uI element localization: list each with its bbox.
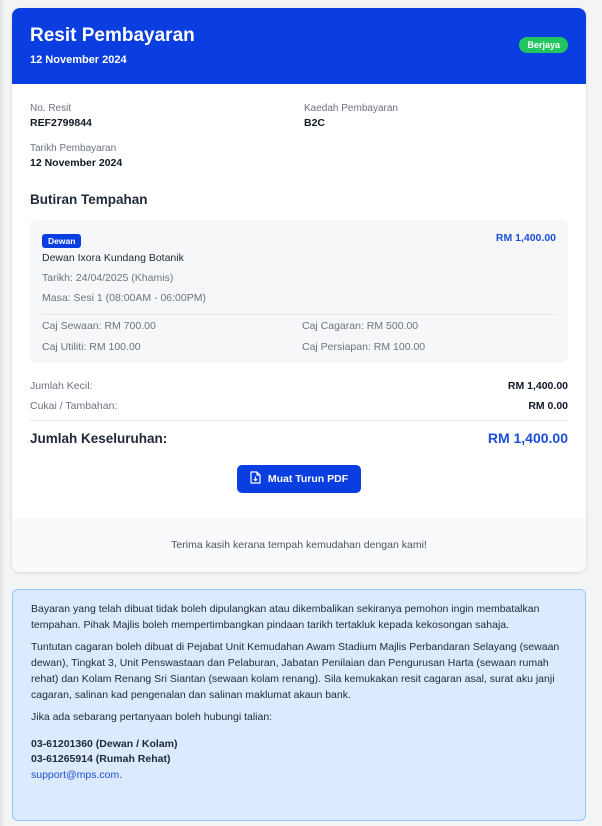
- subtotal-row: Jumlah Kecil: RM 1,400.00: [30, 380, 568, 392]
- contact-email-link[interactable]: support@mps.com: [31, 769, 119, 781]
- contact-phone-resthouse: 03-61265914 (Rumah Rehat): [31, 753, 171, 765]
- booking-divider: [42, 314, 556, 315]
- contact-email-line: support@mps.com.: [31, 767, 567, 783]
- notice-refund-policy: Bayaran yang telah dibuat tidak boleh di…: [31, 603, 540, 631]
- receipt-header: Resit Pembayaran 12 November 2024 Berjay…: [12, 8, 586, 84]
- receipt-title: Resit Pembayaran: [30, 25, 195, 46]
- booking-type-badge: Dewan: [42, 234, 82, 248]
- receipt-no: No. Resit REF2799844: [30, 102, 304, 130]
- payment-date: Tarikh Pembayaran 12 November 2024: [30, 142, 304, 170]
- receipt-date: 12 November 2024: [30, 54, 127, 66]
- subtotal-value: RM 1,400.00: [507, 380, 568, 392]
- notice-box: Bayaran yang telah dibuat tidak boleh di…: [12, 589, 586, 821]
- tax-row: Cukai / Tambahan: RM 0.00: [30, 400, 568, 412]
- download-wrap: Muat Turun PDF: [30, 465, 568, 493]
- thank-you-footer: Terima kasih kerana tempah kemudahan den…: [12, 518, 586, 572]
- grand-total-label: Jumlah Keseluruhan:: [30, 430, 168, 446]
- booking-date: Tarikh: 24/04/2025 (Khamis): [42, 272, 174, 284]
- receipt-no-value: REF2799844: [30, 117, 92, 129]
- fee-utility: Caj Utiliti: RM 100.00: [42, 341, 141, 353]
- download-pdf-button[interactable]: Muat Turun PDF: [236, 465, 362, 493]
- contact-phone-hall: 03-61201360 (Dewan / Kolam): [31, 738, 178, 750]
- booking-item: Dewan RM 1,400.00 Dewan Ixora Kundang Bo…: [30, 220, 568, 363]
- fee-rental: Caj Sewaan: RM 700.00: [42, 320, 156, 332]
- tax-label: Cukai / Tambahan:: [30, 400, 118, 412]
- tax-value: RM 0.00: [528, 400, 568, 412]
- subtotal-label: Jumlah Kecil:: [30, 380, 93, 392]
- grand-total-row: Jumlah Keseluruhan: RM 1,400.00: [30, 430, 568, 446]
- page-edge: [0, 0, 3, 826]
- notice-contact-intro: Jika ada sebarang pertanyaan boleh hubun…: [31, 711, 273, 723]
- payment-date-label: Tarikh Pembayaran: [30, 143, 117, 154]
- booking-section-title: Butiran Tempahan: [30, 192, 148, 207]
- receipt-body: No. Resit REF2799844 Kaedah Pembayaran B…: [12, 84, 586, 493]
- receipt-no-label: No. Resit: [30, 103, 72, 114]
- download-pdf-label: Muat Turun PDF: [267, 473, 349, 485]
- totals: Jumlah Kecil: RM 1,400.00 Cukai / Tambah…: [30, 380, 568, 446]
- receipt-card: Resit Pembayaran 12 November 2024 Berjay…: [12, 8, 586, 572]
- totals-divider: [30, 420, 568, 421]
- payment-method-label: Kaedah Pembayaran: [304, 103, 398, 114]
- contact-email-suffix: .: [119, 769, 123, 781]
- payment-method: Kaedah Pembayaran B2C: [304, 102, 554, 130]
- booking-session: Masa: Sesi 1 (08:00AM - 06:00PM): [42, 292, 206, 304]
- pdf-file-icon: [250, 471, 261, 487]
- payment-date-value: 12 November 2024: [30, 157, 123, 169]
- fee-deposit: Caj Cagaran: RM 500.00: [302, 320, 419, 332]
- payment-method-value: B2C: [304, 117, 326, 129]
- fee-preparation: Caj Persiapan: RM 100.00: [302, 341, 426, 353]
- booking-amount: RM 1,400.00: [495, 232, 556, 244]
- booking-venue-name: Dewan Ixora Kundang Botanik: [42, 252, 184, 264]
- notice-deposit-claim: Tuntutan cagaran boleh dibuat di Pejabat…: [31, 641, 560, 701]
- fee-breakdown: Caj Sewaan: RM 700.00 Caj Cagaran: RM 50…: [42, 320, 556, 353]
- payment-info: No. Resit REF2799844 Kaedah Pembayaran B…: [30, 102, 568, 170]
- status-badge: Berjaya: [519, 37, 568, 53]
- grand-total-value: RM 1,400.00: [487, 430, 568, 446]
